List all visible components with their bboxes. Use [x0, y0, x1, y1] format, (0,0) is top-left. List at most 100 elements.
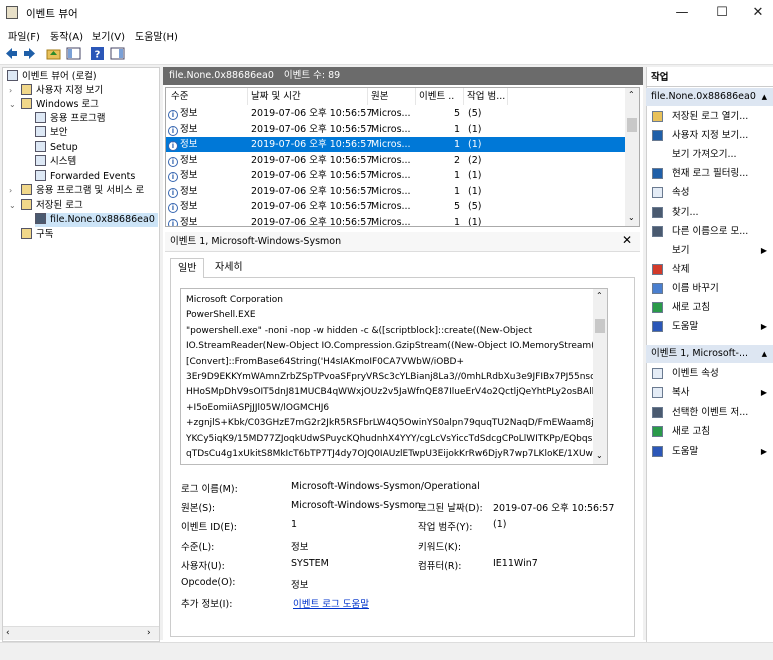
column-datetime[interactable]: 날짜 및 시간	[248, 88, 368, 105]
action-item[interactable]: 속성	[646, 183, 773, 202]
column-task-category[interactable]: 작업 범...	[464, 88, 508, 105]
task-cell: (1)	[468, 123, 482, 135]
menu-view[interactable]: 보기(V)	[92, 28, 125, 43]
action-item[interactable]: 보기 가져오기...	[646, 145, 773, 164]
info-icon: i	[168, 156, 178, 167]
tab-general[interactable]: 일반	[170, 258, 205, 278]
collapse-arrow-icon[interactable]: ⌄	[9, 100, 16, 109]
tree-horizontal-scrollbar[interactable]: ‹ ›	[3, 626, 159, 640]
action-item[interactable]: 도움말 ▶	[646, 317, 773, 336]
help-icon[interactable]: ?	[90, 46, 105, 61]
tree-item-saved-logs[interactable]: 저장된 로그	[21, 199, 83, 213]
description-vertical-scrollbar[interactable]: ⌃ ⌄	[593, 289, 607, 464]
action-item[interactable]: 이벤트 속성	[646, 364, 773, 383]
scroll-left-icon[interactable]: ‹	[6, 628, 10, 638]
column-source[interactable]: 원본	[368, 88, 416, 105]
tree-item-system[interactable]: 시스템	[35, 155, 76, 169]
scrollbar-thumb[interactable]	[595, 319, 605, 333]
events-vertical-scrollbar[interactable]: ⌃ ⌄	[625, 88, 639, 226]
table-row[interactable]: i 정보 2019-07-06 오후 10:56:57 Micros... 1 (1)	[166, 215, 626, 227]
tree-item-forwarded-events[interactable]: Forwarded Events	[35, 170, 135, 184]
tree-item-application[interactable]: 응용 프로그램	[35, 112, 105, 126]
action-item[interactable]: 새로 고침	[646, 298, 773, 317]
close-button[interactable]: ✕	[738, 0, 773, 26]
scrollbar-thumb[interactable]	[627, 118, 637, 132]
menu-help[interactable]: 도움말(H)	[135, 28, 178, 43]
action-item[interactable]: 선택한 이벤트 저...	[646, 403, 773, 422]
datetime-cell: 2019-07-06 오후 10:56:57	[251, 108, 373, 119]
log-icon	[35, 141, 46, 152]
copy-icon	[652, 387, 663, 399]
show-hide-tree-icon[interactable]	[66, 46, 81, 61]
tree-item-event-viewer-local[interactable]: 이벤트 뷰어 (로컬)	[7, 70, 97, 84]
event-description-box[interactable]: Microsoft Corporation PowerShell.EXE "powe…	[180, 288, 608, 465]
column-level[interactable]: 수준	[168, 88, 248, 105]
scroll-down-icon[interactable]: ⌄	[596, 451, 603, 460]
action-item[interactable]: 새로 고침	[646, 422, 773, 441]
tab-details[interactable]: 자세히	[208, 258, 250, 278]
tree-item-windows-logs[interactable]: Windows 로그	[21, 98, 99, 112]
minimize-button[interactable]: —	[662, 0, 702, 26]
tree-item-security[interactable]: 보안	[35, 126, 67, 140]
table-row[interactable]: i 정보 2019-07-06 오후 10:56:57 Micros... 1 (1)	[166, 168, 626, 183]
description-line: PowerShell.EXE	[186, 310, 256, 321]
action-item[interactable]: 도움말 ▶	[646, 442, 773, 461]
folder-up-icon[interactable]	[46, 46, 61, 61]
actions-section-event[interactable]: 이벤트 1, Microsoft-... ▲	[646, 345, 773, 363]
scroll-up-icon[interactable]: ⌃	[628, 90, 635, 99]
action-item[interactable]: 사용자 지정 보기...	[646, 126, 773, 145]
actions-section-log[interactable]: file.None.0x88686ea0 ▲	[646, 88, 773, 106]
collapse-triangle-icon[interactable]: ▲	[762, 345, 767, 363]
folder-icon	[21, 84, 32, 95]
navigation-tree: 이벤트 뷰어 (로컬) › 사용자 지정 보기 ⌄ Windows 로그 응용 …	[2, 67, 160, 642]
tree-item-apps-and-services[interactable]: 응용 프로그램 및 서비스 로	[21, 184, 144, 198]
maximize-button[interactable]: ☐	[702, 0, 742, 26]
properties-icon	[652, 187, 663, 199]
column-event-id[interactable]: 이벤트 ..	[416, 88, 464, 105]
info-icon: i	[168, 172, 178, 182]
action-item[interactable]: 삭제	[646, 260, 773, 279]
action-item[interactable]: 이름 바꾸기	[646, 279, 773, 298]
datetime-cell: 2019-07-06 오후 10:56:57	[251, 185, 373, 197]
action-item[interactable]: 다른 이름으로 모...	[646, 222, 773, 241]
user-value: SYSTEM	[291, 558, 329, 569]
level-text: 정보	[180, 154, 198, 166]
tree-item-saved-log-file[interactable]: file.None.0x88686ea0	[35, 213, 158, 227]
event-log-help-link[interactable]: 이벤트 로그 도움말	[293, 596, 369, 610]
table-row[interactable]: i 정보 2019-07-06 오후 10:56:57 Micros... 5 (5)	[166, 199, 626, 214]
back-arrow-icon[interactable]	[4, 46, 19, 61]
collapse-arrow-icon[interactable]: ⌄	[9, 201, 16, 210]
event-cell: 1	[453, 216, 460, 227]
table-row[interactable]: i 정보 2019-07-06 오후 10:56:57 Micros... 1 (1)	[166, 137, 626, 152]
table-row[interactable]: i 정보 2019-07-06 오후 10:56:57 Micros... 1 (1)	[166, 122, 626, 137]
scroll-right-icon[interactable]: ›	[147, 628, 151, 638]
level-text: 정보	[180, 123, 198, 135]
menu-action[interactable]: 동작(A)	[50, 28, 83, 43]
task-cell: (1)	[468, 185, 482, 197]
task-category-label: 작업 범주(Y):	[418, 522, 473, 533]
action-item[interactable]: 저장된 로그 열기...	[646, 107, 773, 126]
action-item[interactable]: 현재 로그 필터링...	[646, 164, 773, 183]
action-item[interactable]: 찾기...	[646, 203, 773, 222]
description-line: IO.StreamReader(New-Object IO.Compressio…	[186, 341, 598, 352]
scroll-down-icon[interactable]: ⌄	[628, 213, 635, 222]
tree-item-subscriptions[interactable]: 구독	[21, 228, 53, 242]
table-row[interactable]: i 정보 2019-07-06 오후 10:56:57 Micros... 2 (2)	[166, 153, 626, 168]
submenu-arrow-icon: ▶	[760, 322, 767, 332]
tree-item-setup[interactable]: Setup	[35, 141, 78, 155]
table-row[interactable]: i 정보 2019-07-06 오후 10:56:57 Micros... 5 (5)	[166, 106, 626, 121]
close-detail-icon[interactable]: ✕	[622, 233, 632, 247]
action-item[interactable]: 복사 ▶	[646, 383, 773, 402]
tree-item-custom-views[interactable]: 사용자 지정 보기	[21, 84, 103, 98]
expand-arrow-icon[interactable]: ›	[9, 86, 12, 95]
collapse-triangle-icon[interactable]: ▲	[762, 88, 767, 106]
show-hide-action-pane-icon[interactable]	[110, 46, 125, 61]
scroll-up-icon[interactable]: ⌃	[596, 291, 603, 300]
action-item[interactable]: 보기 ▶	[646, 241, 773, 260]
actions-header: 작업	[646, 69, 773, 87]
description-line: qTDsCu4g1xUkitS8MkIcT6bTP7TJ4dy7OJQ0IAUz…	[186, 449, 602, 459]
expand-arrow-icon[interactable]: ›	[9, 186, 12, 195]
table-row[interactable]: i 정보 2019-07-06 오후 10:56:57 Micros... 1 (1)	[166, 184, 626, 199]
forward-arrow-icon[interactable]	[22, 46, 37, 61]
menu-file[interactable]: 파일(F)	[8, 28, 40, 43]
